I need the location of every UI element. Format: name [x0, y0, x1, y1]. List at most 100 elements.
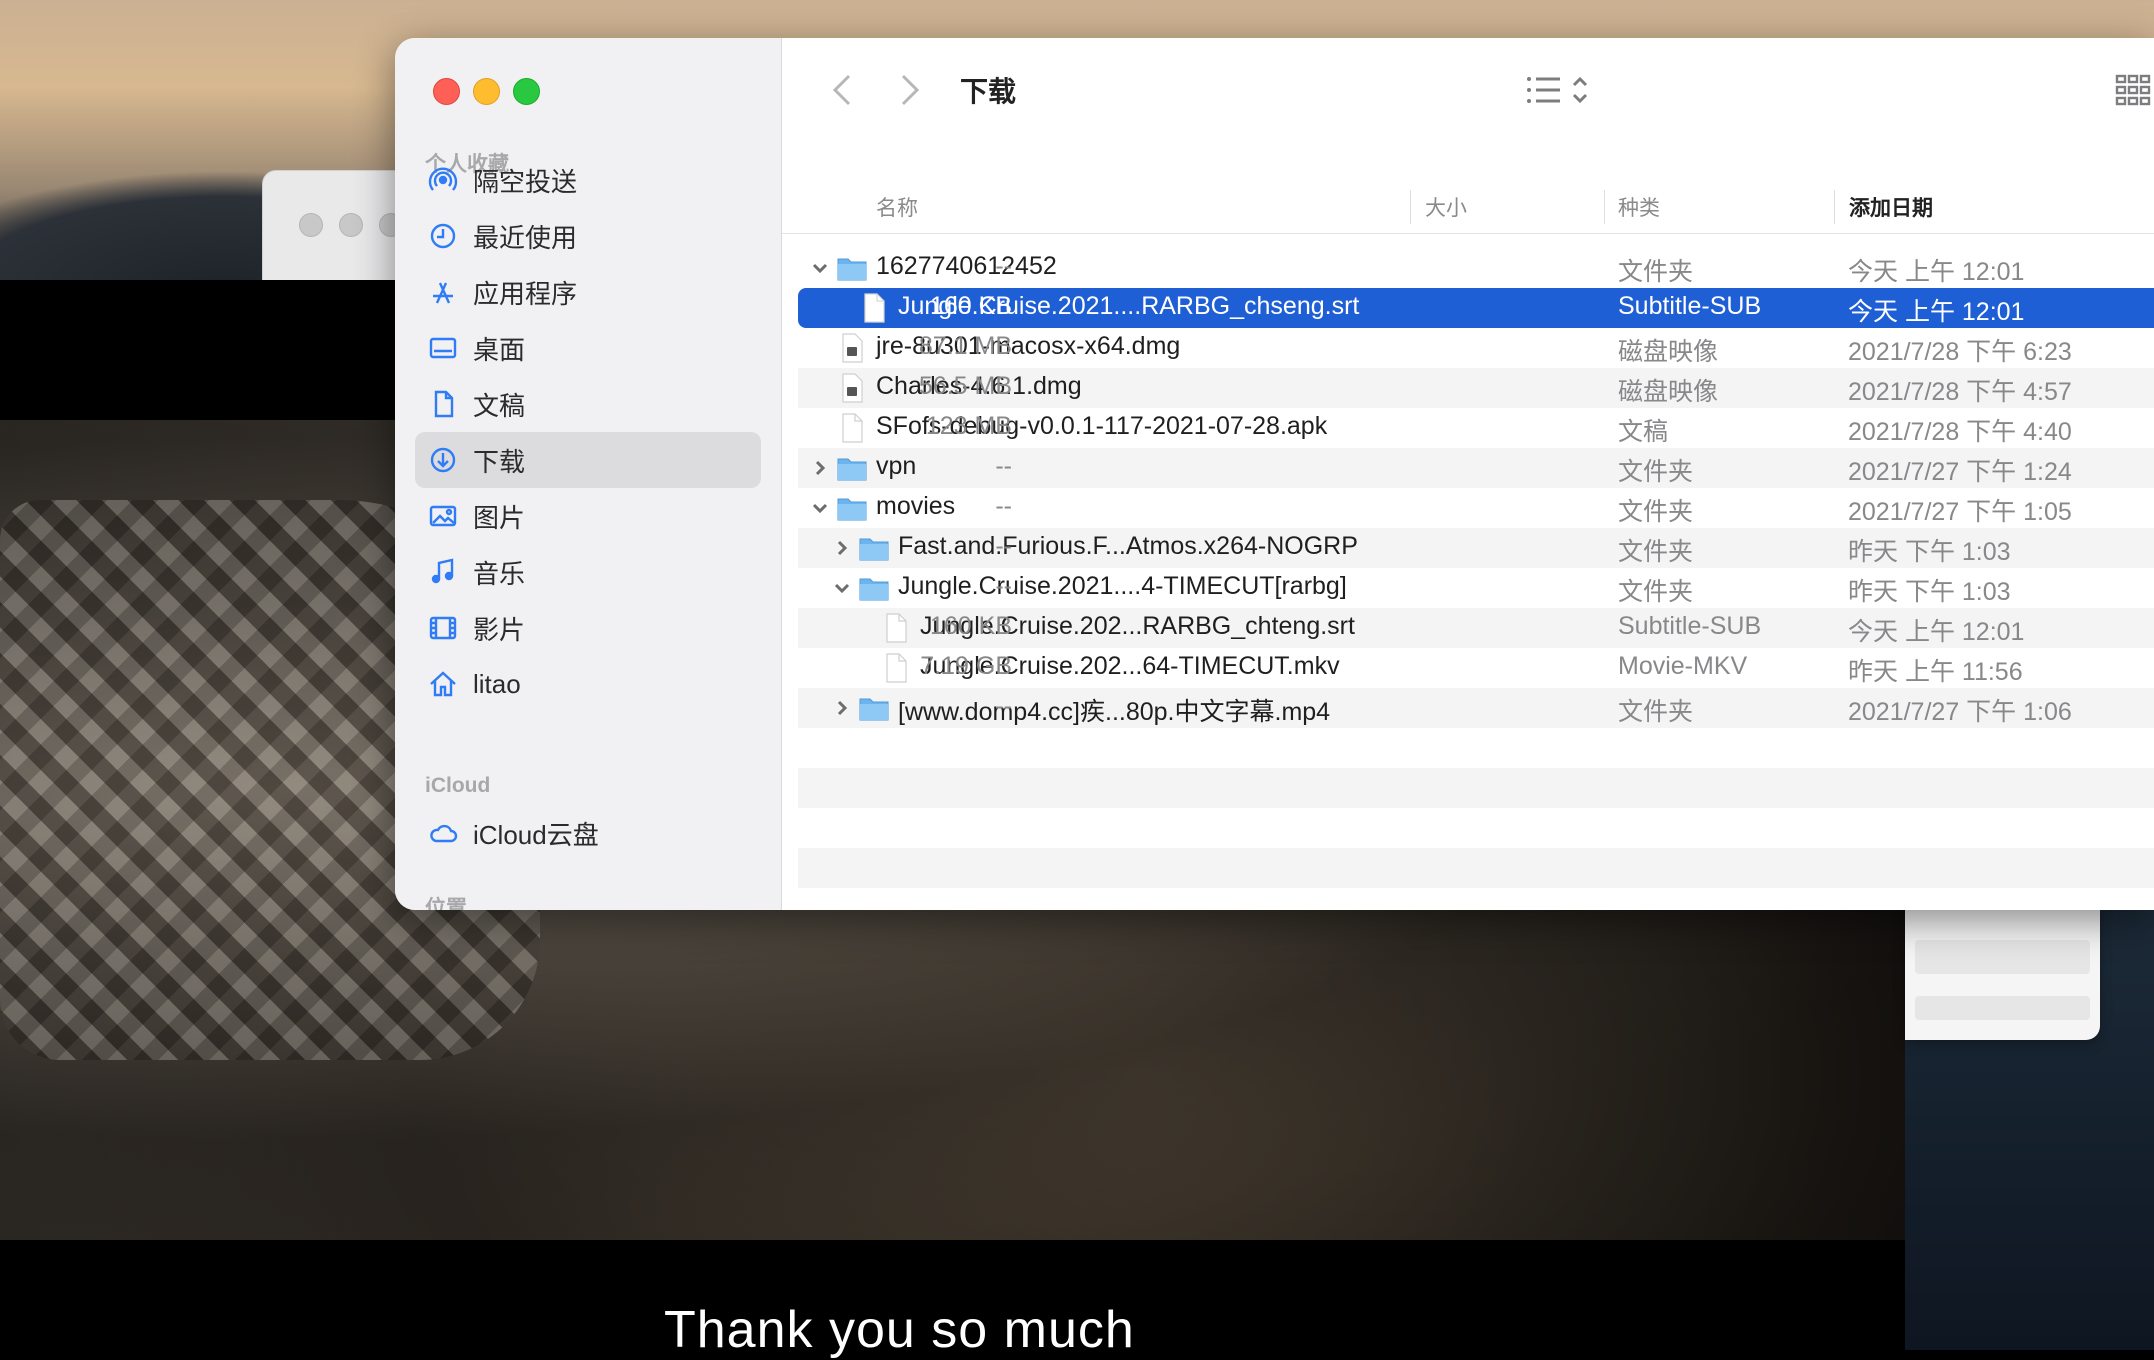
- file-size: 160 KB: [929, 612, 1012, 640]
- sidebar-item-airdrop[interactable]: 隔空投送: [415, 152, 761, 208]
- chevron-right-icon: [901, 74, 920, 106]
- music-icon: [427, 556, 459, 588]
- column-divider[interactable]: [1604, 190, 1605, 224]
- sidebar-section-icloud: iCloud: [425, 774, 491, 797]
- chevron-right-icon[interactable]: [808, 454, 832, 482]
- sidebar-item-label: iCloud云盘: [473, 819, 599, 850]
- column-name[interactable]: 名称: [876, 192, 918, 222]
- background-popup[interactable]: [1905, 900, 2100, 1040]
- file-name: vpn: [876, 452, 917, 480]
- close-button[interactable]: [433, 78, 460, 105]
- file-icon: [880, 612, 912, 644]
- sidebar-item-home[interactable]: litao: [415, 656, 761, 712]
- file-name: 1627740612452: [876, 252, 1057, 280]
- file-kind: 文件夹: [1618, 498, 1694, 526]
- sidebar-item-movies[interactable]: 影片: [415, 600, 761, 656]
- file-date: 2021/7/28 下午 4:40: [1848, 418, 2072, 446]
- file-size: --: [995, 692, 1012, 720]
- video-subtitle: Thank you so much: [664, 1301, 1135, 1359]
- list-item[interactable]: jre-8u301-macosx-x64.dmg 87.1 MB 磁盘映像 20…: [798, 328, 2154, 368]
- background-window[interactable]: [262, 170, 414, 282]
- background-window-dot: [339, 213, 363, 237]
- sidebar-section-locations: 位置: [425, 897, 467, 910]
- column-size[interactable]: 大小: [1425, 192, 1467, 222]
- sidebar-item-documents[interactable]: 文稿: [415, 376, 761, 432]
- list-item[interactable]: Fast.and.Furious.F...Atmos.x264-NOGRP --…: [798, 528, 2154, 568]
- file-name: Fast.and.Furious.F...Atmos.x264-NOGRP: [898, 532, 1358, 560]
- film-icon: [427, 612, 459, 644]
- group-button[interactable]: [2112, 68, 2154, 112]
- chevron-down-icon[interactable]: [808, 494, 832, 522]
- list-item[interactable]: vpn -- 文件夹 2021/7/27 下午 1:24: [798, 448, 2154, 488]
- folder-icon: [836, 252, 868, 284]
- file-date: 2021/7/28 下午 4:57: [1848, 378, 2072, 406]
- back-button[interactable]: [820, 68, 864, 112]
- sidebar-item-label: 影片: [473, 614, 526, 645]
- column-divider[interactable]: [1410, 190, 1411, 224]
- file-name: Jungle.Cruise.2021....4-TIMECUT[rarbg]: [898, 572, 1347, 600]
- file-kind: Subtitle-SUB: [1618, 292, 1762, 320]
- column-divider[interactable]: [1834, 190, 1835, 224]
- list-item-selected[interactable]: Jungle.Cruise.2021....RARBG_chseng.srt 1…: [798, 288, 2154, 328]
- file-size: --: [995, 572, 1012, 600]
- sidebar-item-desktop[interactable]: 桌面: [415, 320, 761, 376]
- forward-button[interactable]: [888, 68, 932, 112]
- finder-window[interactable]: 个人收藏 隔空投送 最近使用 应用程序 桌面 文稿 下载 图片 音乐 影片 li…: [395, 38, 2154, 910]
- chevron-right-icon[interactable]: [830, 534, 854, 562]
- popup-field: [1915, 940, 2090, 974]
- sidebar-item-downloads[interactable]: 下载: [415, 432, 761, 488]
- folder-icon: [836, 452, 868, 484]
- file-date: 2021/7/28 下午 6:23: [1848, 338, 2072, 366]
- list-item[interactable]: [www.domp4.cc]疾...80p.中文字幕.mp4 -- 文件夹 20…: [798, 688, 2154, 728]
- file-kind: 文件夹: [1618, 578, 1694, 606]
- window-title: 下载: [960, 76, 1017, 107]
- list-view-icon: [1527, 76, 1588, 104]
- sidebar: 个人收藏 隔空投送 最近使用 应用程序 桌面 文稿 下载 图片 音乐 影片 li…: [395, 38, 782, 910]
- disk-image-icon: [836, 332, 868, 364]
- file-kind: 文件夹: [1618, 258, 1694, 286]
- zoom-button[interactable]: [513, 78, 540, 105]
- sidebar-item-icloud-drive[interactable]: iCloud云盘: [415, 805, 761, 861]
- folder-icon: [858, 572, 890, 604]
- file-kind: 文稿: [1618, 418, 1669, 446]
- file-icon: [836, 412, 868, 444]
- file-date: 昨天 上午 11:56: [1848, 658, 2023, 686]
- list-item[interactable]: SFofs-debug-v0.0.1-117-2021-07-28.apk 12…: [798, 408, 2154, 448]
- column-date-added[interactable]: 添加日期: [1849, 192, 1933, 222]
- chevron-down-icon[interactable]: [830, 574, 854, 602]
- group-icon: [2115, 74, 2151, 106]
- chevron-down-icon[interactable]: [808, 254, 832, 282]
- home-icon: [427, 668, 459, 700]
- file-date: 今天 上午 12:01: [1848, 258, 2025, 286]
- empty-row: [798, 768, 2154, 808]
- sidebar-item-recents[interactable]: 最近使用: [415, 208, 761, 264]
- folder-icon: [836, 492, 868, 524]
- file-browser: 下载 名称 大小 种类 添加日期 1627740612452 -- 文件夹 今天…: [782, 38, 2154, 910]
- file-size: 56.5 MB: [918, 372, 1012, 400]
- list-item[interactable]: Jungle.Cruise.202...64-TIMECUT.mkv 7.19 …: [798, 648, 2154, 688]
- list-item[interactable]: 1627740612452 -- 文件夹 今天 上午 12:01: [798, 248, 2154, 288]
- list-item[interactable]: Jungle.Cruise.202...RARBG_chteng.srt 160…: [798, 608, 2154, 648]
- file-date: 2021/7/27 下午 1:05: [1848, 498, 2072, 526]
- view-options-button[interactable]: [1522, 68, 1602, 112]
- sidebar-item-pictures[interactable]: 图片: [415, 488, 761, 544]
- list-item[interactable]: Jungle.Cruise.2021....4-TIMECUT[rarbg] -…: [798, 568, 2154, 608]
- file-kind: 文件夹: [1618, 698, 1694, 726]
- airdrop-icon: [427, 164, 459, 196]
- file-kind: 文件夹: [1618, 538, 1694, 566]
- sidebar-item-applications[interactable]: 应用程序: [415, 264, 761, 320]
- column-kind[interactable]: 种类: [1618, 192, 1660, 222]
- sidebar-item-music[interactable]: 音乐: [415, 544, 761, 600]
- list-item[interactable]: Charles-4.6.1.dmg 56.5 MB 磁盘映像 2021/7/28…: [798, 368, 2154, 408]
- sidebar-item-label: 文稿: [473, 390, 526, 421]
- folder-icon: [858, 532, 890, 564]
- download-icon: [427, 444, 459, 476]
- column-header: 名称 大小 种类 添加日期: [782, 142, 2154, 234]
- minimize-button[interactable]: [473, 78, 500, 105]
- file-kind: Subtitle-SUB: [1618, 612, 1762, 640]
- chevron-right-icon[interactable]: [830, 694, 854, 722]
- list-item[interactable]: movies -- 文件夹 2021/7/27 下午 1:05: [798, 488, 2154, 528]
- photo-icon: [427, 500, 459, 532]
- file-size: --: [995, 492, 1012, 520]
- file-size: 87.1 MB: [918, 332, 1012, 360]
